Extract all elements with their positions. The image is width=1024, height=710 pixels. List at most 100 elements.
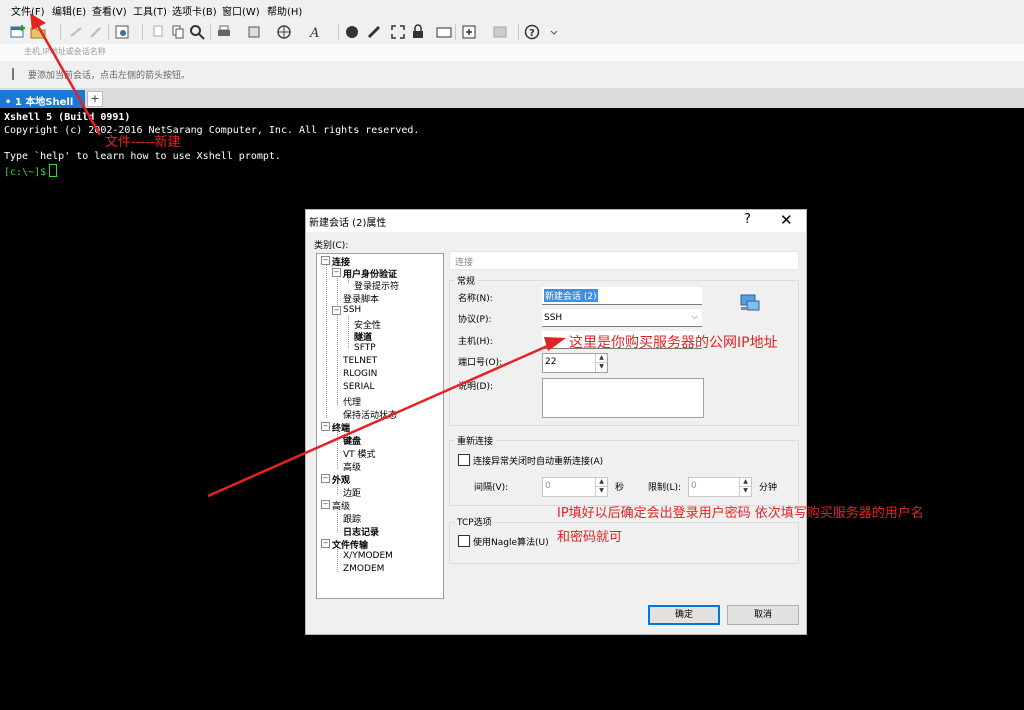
toolbar-divider	[60, 24, 61, 40]
bookmark-icon[interactable]	[12, 68, 22, 80]
transfer-icon[interactable]	[246, 24, 262, 40]
session-hint-bar: 要添加当前会话，点击左侧的箭头按钮。	[0, 61, 1024, 89]
keyboard-icon[interactable]	[436, 24, 452, 40]
find-icon[interactable]	[189, 24, 205, 40]
host-label: 主机(H):	[458, 337, 493, 347]
new-session-icon[interactable]	[10, 24, 26, 40]
interval-spinner[interactable]: ▲ ▼	[595, 478, 607, 496]
xmanager-icon[interactable]	[366, 24, 382, 40]
help-icon[interactable]: ?	[524, 24, 540, 40]
interval-label: 间隔(V):	[474, 483, 509, 493]
tree-collapse-toggle[interactable]: −	[321, 422, 330, 431]
address-bar[interactable]: 主机,IP地址或会话名称	[0, 44, 1024, 62]
name-input-value: 新建会话 (2)	[544, 289, 598, 302]
tree-item-proxy[interactable]: 代理	[343, 395, 361, 408]
annotation-file-new: 文件-----新建	[105, 135, 181, 150]
description-textarea[interactable]	[542, 378, 704, 418]
tree-collapse-toggle[interactable]: −	[332, 268, 341, 277]
menu-window[interactable]: 窗口(W)	[222, 3, 260, 18]
add-tab-icon[interactable]	[461, 24, 477, 40]
chevron-down-icon: ⌵	[691, 312, 698, 322]
tree-item-trace[interactable]: 跟踪	[343, 512, 361, 525]
properties-icon[interactable]	[114, 24, 130, 40]
category-tree[interactable]: − 连接 − 用户身份验证 登录提示符 登录脚本 − SSH 安全性 隧道 SF…	[316, 253, 444, 599]
menu-bar: 文件(F) 编辑(E) 查看(V) 工具(T) 选项卡(B) 窗口(W) 帮助(…	[0, 0, 1024, 20]
limit-label: 限制(L):	[648, 483, 682, 493]
protocol-select[interactable]: SSH ⌵	[542, 309, 702, 327]
tree-collapse-toggle[interactable]: −	[321, 500, 330, 509]
tree-item-telnet[interactable]: TELNET	[343, 356, 377, 366]
terminal-prompt: [c:\~]$	[4, 167, 47, 178]
menu-tools[interactable]: 工具(T)	[133, 3, 167, 18]
dialog-title: 新建会话 (2)属性	[309, 218, 387, 229]
tree-item-tunnel[interactable]: 隧道	[354, 330, 372, 343]
lock-icon[interactable]	[410, 24, 426, 40]
protocol-label: 协议(P):	[458, 315, 492, 325]
dialog-help-button[interactable]: ?	[744, 212, 751, 227]
reconnect-checkbox[interactable]	[458, 454, 470, 466]
font-icon[interactable]: A	[308, 24, 324, 40]
menu-help[interactable]: 帮助(H)	[267, 3, 302, 18]
tree-item-appearance[interactable]: 外观	[332, 473, 350, 486]
interval-input-value: 0	[545, 481, 551, 491]
limit-input[interactable]: 0 ▲ ▼	[688, 477, 752, 497]
tree-guide	[326, 264, 327, 418]
toolbar: A ?	[0, 20, 1024, 45]
limit-input-value: 0	[691, 481, 697, 491]
link-icon[interactable]	[68, 24, 84, 40]
pen-icon[interactable]	[88, 24, 104, 40]
dropdown-icon[interactable]	[546, 24, 562, 40]
new-tab-button[interactable]: +	[87, 91, 103, 107]
open-folder-icon[interactable]	[30, 24, 46, 40]
tree-item-login-script[interactable]: 登录脚本	[343, 292, 379, 305]
limit-spinner[interactable]: ▲ ▼	[739, 478, 751, 496]
minutes-unit: 分钟	[759, 483, 778, 493]
tree-item-terminal-advanced[interactable]: 高级	[343, 460, 361, 473]
tree-item-vt-mode[interactable]: VT 模式	[343, 447, 376, 460]
tree-item-ssh[interactable]: SSH	[343, 305, 361, 315]
tree-item-zmodem[interactable]: ZMODEM	[343, 564, 384, 574]
terminal-line: Xshell 5 (Build 0991)	[4, 112, 131, 123]
cancel-button[interactable]: 取消	[727, 605, 799, 625]
fullscreen-icon[interactable]	[390, 24, 406, 40]
tree-item-advanced[interactable]: 高级	[332, 499, 350, 512]
tree-item-sftp[interactable]: SFTP	[354, 343, 376, 353]
tree-item-terminal[interactable]: 终端	[332, 421, 350, 434]
interval-input[interactable]: 0 ▲ ▼	[542, 477, 608, 497]
tree-item-margins[interactable]: 边距	[343, 486, 361, 499]
terminal-cursor	[49, 164, 58, 177]
ok-button[interactable]: 确定	[648, 605, 720, 625]
tree-item-serial[interactable]: SERIAL	[343, 382, 374, 392]
copy-icon[interactable]	[150, 24, 166, 40]
menu-file[interactable]: 文件(F)	[11, 3, 45, 18]
section-header: 连接	[449, 251, 799, 270]
port-spinner[interactable]: ▲ ▼	[595, 354, 607, 372]
name-input[interactable]: 新建会话 (2)	[542, 287, 702, 305]
tree-collapse-toggle[interactable]: −	[321, 539, 330, 548]
menu-tabs[interactable]: 选项卡(B)	[172, 3, 217, 18]
tree-item-rlogin[interactable]: RLOGIN	[343, 369, 377, 379]
category-label: 类别(C):	[314, 241, 349, 251]
tree-item-file-transfer[interactable]: 文件传输	[332, 538, 368, 551]
dialog-close-button[interactable]: ✕	[780, 211, 793, 229]
paste-icon[interactable]	[170, 24, 186, 40]
menu-edit[interactable]: 编辑(E)	[52, 3, 86, 18]
menu-view[interactable]: 查看(V)	[92, 3, 127, 18]
tree-item-keepalive[interactable]: 保持活动状态	[343, 408, 397, 421]
port-input[interactable]: 22 ▲ ▼	[542, 353, 608, 373]
port-input-value: 22	[545, 357, 557, 367]
tree-item-xymodem[interactable]: X/YMODEM	[343, 551, 393, 561]
tree-collapse-toggle[interactable]: −	[321, 256, 330, 265]
tree-item-login-prompt[interactable]: 登录提示符	[354, 279, 399, 292]
tab-local-shell[interactable]: • 1 本地Shell	[0, 90, 85, 108]
protocol-select-value: SSH	[544, 313, 563, 323]
tree-collapse-toggle[interactable]: −	[321, 474, 330, 483]
tree-collapse-toggle[interactable]: −	[332, 306, 341, 315]
nagle-checkbox[interactable]	[458, 535, 470, 547]
layout-icon[interactable]	[492, 24, 508, 40]
xftp-icon[interactable]	[344, 24, 360, 40]
tree-item-logging[interactable]: 日志记录	[343, 525, 379, 538]
globe-icon[interactable]	[276, 24, 292, 40]
print-icon[interactable]	[216, 24, 232, 40]
tree-item-keyboard[interactable]: 键盘	[343, 434, 361, 447]
